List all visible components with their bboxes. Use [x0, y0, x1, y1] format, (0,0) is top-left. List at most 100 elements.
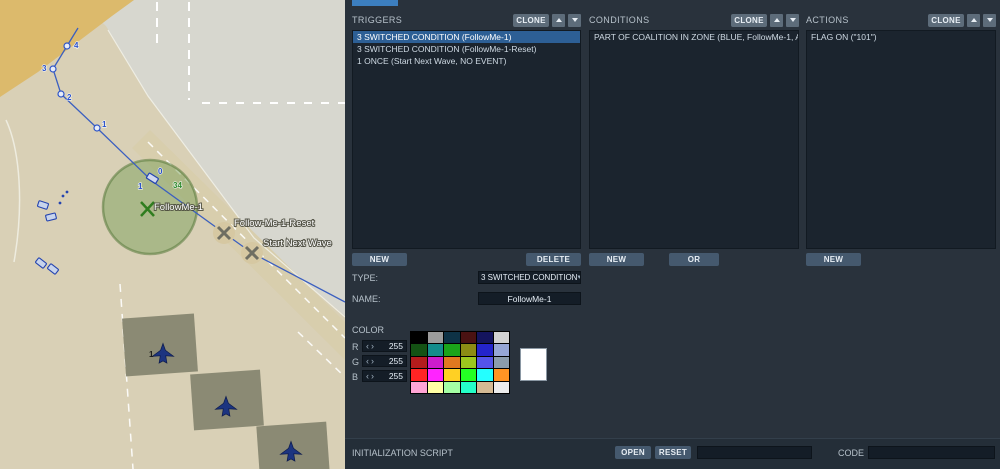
decrement-icon[interactable]: ‹ [366, 341, 369, 351]
init-script-label: INITIALIZATION SCRIPT [352, 448, 453, 458]
green-channel-value: 255 [388, 356, 403, 366]
color-swatch[interactable] [444, 356, 460, 369]
color-swatch[interactable] [477, 356, 493, 369]
waypoint-4[interactable] [63, 42, 71, 50]
color-label: COLOR [352, 325, 385, 335]
color-swatch[interactable] [444, 344, 460, 356]
unit-waypoint0-label: 0 [158, 167, 163, 176]
waypoint-4-label: 4 [74, 41, 79, 50]
waypoint-2[interactable] [57, 90, 65, 98]
color-preview-swatch [520, 348, 547, 381]
increment-icon[interactable]: › [371, 341, 374, 351]
red-channel-value: 255 [388, 341, 403, 351]
triggers-move-up-button[interactable] [552, 13, 565, 27]
triggers-list[interactable]: 3 SWITCHED CONDITION (FollowMe-1) 3 SWIT… [352, 30, 581, 249]
color-swatch[interactable] [460, 356, 476, 369]
red-channel-label: R [352, 342, 359, 352]
open-button[interactable]: OPEN [615, 446, 651, 459]
blue-channel-label: B [352, 372, 359, 382]
conditions-list[interactable]: PART OF COALITION IN ZONE (BLUE, FollowM… [589, 30, 799, 249]
color-swatch[interactable] [493, 344, 509, 356]
action-list-item[interactable]: FLAG ON ("101") [807, 31, 995, 43]
tab-triggers[interactable]: TRIGGERS [352, 0, 398, 6]
color-swatch[interactable] [477, 344, 493, 356]
color-swatch[interactable] [427, 369, 443, 381]
mission-editor-window: 4 3 2 1 0 34 1 FollowMe-1 Follow-Me-1-Re… [0, 0, 1000, 469]
color-swatch[interactable] [460, 332, 476, 344]
color-swatch[interactable] [460, 344, 476, 356]
trigger-new-button[interactable]: NEW [352, 253, 407, 266]
conditions-column: CONDITIONS CLONE PART OF COALITION IN ZO… [589, 13, 799, 266]
trigger-list-item[interactable]: 3 SWITCHED CONDITION (FollowMe-1-Reset) [353, 43, 580, 55]
zone-name-label: FollowMe-1 [154, 202, 203, 213]
blue-channel-stepper[interactable]: ‹ › 255 [362, 370, 407, 382]
color-swatch[interactable] [411, 332, 427, 344]
color-swatch[interactable] [477, 369, 493, 381]
actions-move-down-button[interactable] [983, 13, 996, 27]
actions-column-title: ACTIONS [806, 15, 849, 25]
color-swatch[interactable] [427, 381, 443, 393]
reset-button[interactable]: RESET [655, 446, 691, 459]
condition-new-button[interactable]: NEW [589, 253, 644, 266]
color-swatch[interactable] [411, 356, 427, 369]
trigger-list-item[interactable]: 3 SWITCHED CONDITION (FollowMe-1) [353, 31, 580, 43]
color-swatch[interactable] [411, 369, 427, 381]
triggers-panel: TRIGGERS TRIGGERS CLONE 3 SWITCHED CONDI… [345, 0, 1000, 469]
actions-column: ACTIONS CLONE FLAG ON ("101") NEW [806, 13, 996, 266]
trigger-type-value: 3 SWITCHED CONDITION [481, 273, 578, 282]
color-swatch[interactable] [444, 381, 460, 393]
map-view[interactable]: 4 3 2 1 0 34 1 FollowMe-1 Follow-Me-1-Re… [0, 0, 345, 469]
actions-list[interactable]: FLAG ON ("101") [806, 30, 996, 249]
actions-clone-button[interactable]: CLONE [928, 13, 964, 27]
conditions-move-down-button[interactable] [786, 13, 799, 27]
color-swatch[interactable] [460, 381, 476, 393]
color-swatch[interactable] [411, 381, 427, 393]
increment-icon[interactable]: › [371, 371, 374, 381]
conditions-clone-button[interactable]: CLONE [731, 13, 767, 27]
color-swatch[interactable] [444, 332, 460, 344]
color-swatch[interactable] [493, 356, 509, 369]
decrement-icon[interactable]: ‹ [366, 371, 369, 381]
waypoint-1-label: 1 [102, 120, 107, 129]
trigger-name-input[interactable] [478, 292, 581, 305]
aircraft-count-label: 1 [149, 350, 154, 359]
marker-start-next-wave[interactable] [241, 242, 263, 264]
type-label: TYPE: [352, 273, 379, 283]
color-swatch[interactable] [444, 369, 460, 381]
trigger-delete-button[interactable]: DELETE [526, 253, 581, 266]
color-swatch[interactable] [427, 344, 443, 356]
condition-or-button[interactable]: OR [669, 253, 719, 266]
color-swatch[interactable] [493, 369, 509, 381]
init-script-input[interactable] [697, 446, 812, 459]
color-swatch[interactable] [493, 381, 509, 393]
waypoint-3-label: 3 [42, 64, 47, 73]
color-swatch[interactable] [477, 381, 493, 393]
color-swatch[interactable] [427, 332, 443, 344]
actions-move-up-button[interactable] [967, 13, 980, 27]
marker-followme-reset[interactable] [213, 222, 235, 244]
green-channel-stepper[interactable]: ‹ › 255 [362, 355, 407, 367]
color-swatch[interactable] [477, 332, 493, 344]
color-swatch[interactable] [493, 332, 509, 344]
triggers-column: TRIGGERS CLONE 3 SWITCHED CONDITION (Fol… [352, 13, 581, 266]
color-swatch[interactable] [411, 344, 427, 356]
unit-eta-label: 34 [173, 181, 182, 190]
code-input[interactable] [868, 446, 995, 459]
trigger-list-item[interactable]: 1 ONCE (Start Next Wave, NO EVENT) [353, 55, 580, 67]
waypoint-1[interactable] [93, 124, 101, 132]
color-swatch[interactable] [460, 369, 476, 381]
red-channel-stepper[interactable]: ‹ › 255 [362, 340, 407, 352]
name-label: NAME: [352, 294, 381, 304]
color-swatch[interactable] [427, 356, 443, 369]
conditions-move-up-button[interactable] [770, 13, 783, 27]
increment-icon[interactable]: › [371, 356, 374, 366]
green-channel-label: G [352, 357, 360, 367]
triggers-clone-button[interactable]: CLONE [513, 13, 549, 27]
condition-list-item[interactable]: PART OF COALITION IN ZONE (BLUE, FollowM… [590, 31, 798, 43]
action-new-button[interactable]: NEW [806, 253, 861, 266]
waypoint-3[interactable] [49, 65, 57, 73]
triggers-move-down-button[interactable] [568, 13, 581, 27]
decrement-icon[interactable]: ‹ [366, 356, 369, 366]
color-palette[interactable] [410, 331, 510, 394]
trigger-type-dropdown[interactable]: 3 SWITCHED CONDITION ▾ [478, 271, 581, 284]
